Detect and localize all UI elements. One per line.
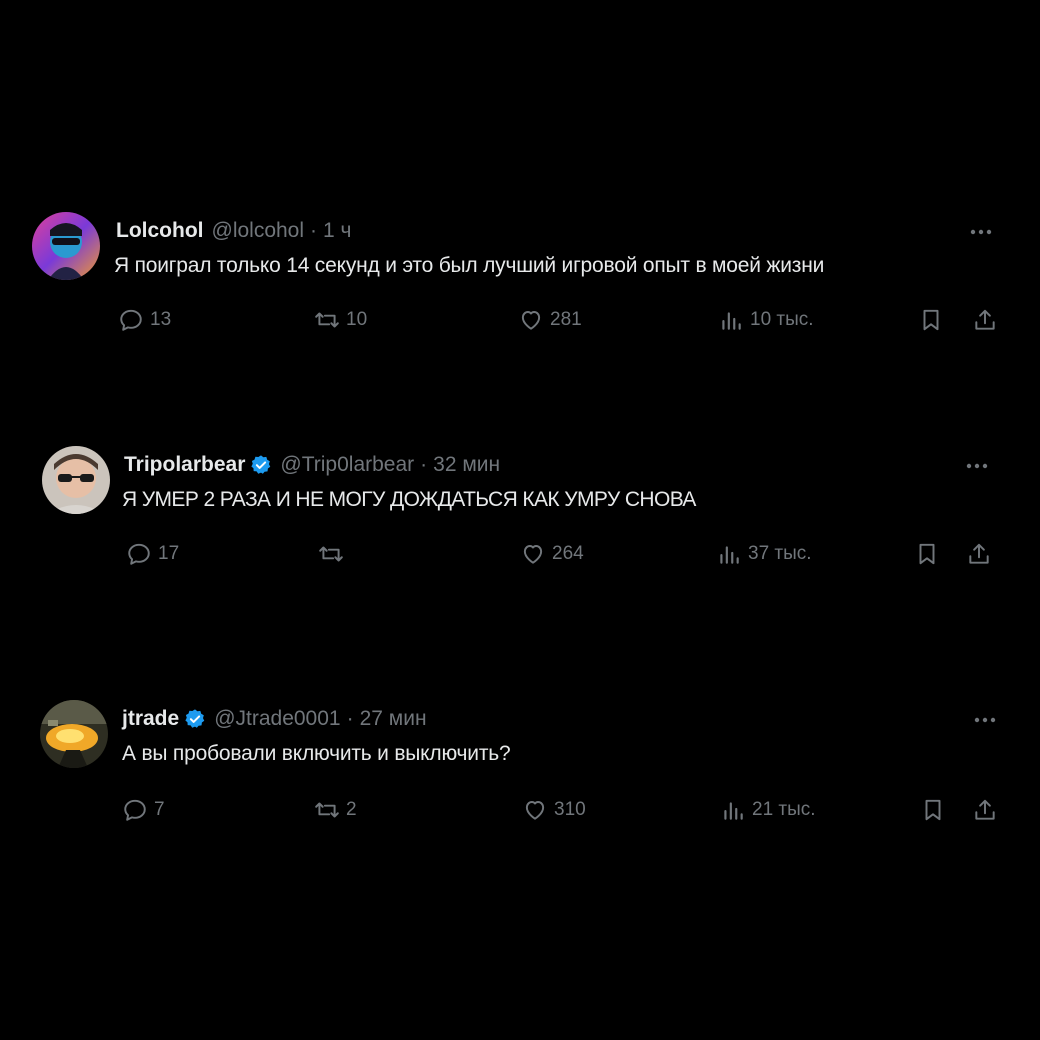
verified-badge-icon <box>184 708 206 730</box>
reply-button[interactable]: 17 <box>126 540 179 568</box>
reply-count: 13 <box>150 309 172 330</box>
timestamp[interactable]: 1 ч <box>323 219 351 243</box>
views-count: 10 тыс. <box>750 309 814 330</box>
reply-icon <box>124 799 146 821</box>
share-icon[interactable] <box>972 797 998 823</box>
reply-count: 17 <box>158 543 180 564</box>
tweet[interactable]: Lolcohol @lolcohol · 1 ч Я поиграл тольк… <box>0 208 1040 338</box>
more-options-icon[interactable] <box>968 220 994 244</box>
heart-icon <box>521 311 541 330</box>
share-icon[interactable] <box>966 541 992 567</box>
like-count: 310 <box>554 799 586 820</box>
reply-icon <box>120 309 142 331</box>
tweet-text: Я поиграл только 14 секунд и это был луч… <box>114 254 825 277</box>
author-name[interactable]: jtrade <box>122 707 179 731</box>
author-handle[interactable]: @Jtrade0001 <box>214 707 340 731</box>
tweet-text: Я УМЕР 2 РАЗА И НЕ МОГУ ДОЖДАТЬСЯ КАК УМ… <box>122 488 696 511</box>
separator-dot: · <box>310 219 318 242</box>
retweet-icon <box>315 312 339 328</box>
retweet-icon <box>319 546 343 562</box>
tweet[interactable]: jtrade @Jtrade0001 · 27 мин А вы пробова… <box>0 696 1040 826</box>
heart-icon <box>523 545 543 564</box>
like-button[interactable]: 310 <box>522 796 586 824</box>
views-button[interactable]: 10 тыс. <box>718 306 814 334</box>
views-count: 21 тыс. <box>752 799 816 820</box>
timestamp[interactable]: 27 мин <box>360 707 427 731</box>
like-button[interactable]: 281 <box>518 306 582 334</box>
author-name[interactable]: Lolcohol <box>116 219 204 243</box>
views-chart-icon <box>722 312 741 330</box>
like-count: 264 <box>552 543 584 564</box>
reply-button[interactable]: 7 <box>122 796 165 824</box>
verified-badge-icon <box>250 454 272 476</box>
views-chart-icon <box>720 546 739 564</box>
separator-dot: · <box>346 707 354 730</box>
more-options-icon[interactable] <box>964 454 990 478</box>
avatar-image <box>40 700 108 768</box>
retweet-count: 10 <box>346 309 368 330</box>
reply-button[interactable]: 13 <box>118 306 171 334</box>
like-button[interactable]: 264 <box>520 540 584 568</box>
avatar[interactable] <box>42 446 110 514</box>
avatar-image <box>32 212 100 280</box>
reply-icon <box>128 543 150 565</box>
retweet-button[interactable]: 10 <box>314 306 367 334</box>
avatar[interactable] <box>40 700 108 768</box>
retweet-button[interactable]: 2 <box>314 796 357 824</box>
retweet-icon <box>315 802 339 818</box>
retweet-button[interactable] <box>318 540 350 568</box>
tweet[interactable]: Tripolarbear @Trip0larbear · 32 мин Я УМ… <box>0 442 1040 572</box>
views-button[interactable]: 37 тыс. <box>716 540 812 568</box>
tweet-text: А вы пробовали включить и выключить? <box>122 742 511 765</box>
heart-icon <box>525 801 545 820</box>
timestamp[interactable]: 32 мин <box>433 453 500 477</box>
views-button[interactable]: 21 тыс. <box>720 796 816 824</box>
author-handle[interactable]: @Trip0larbear <box>280 453 414 477</box>
bookmark-icon[interactable] <box>914 541 940 567</box>
like-count: 281 <box>550 309 582 330</box>
reply-count: 7 <box>154 799 165 820</box>
views-chart-icon <box>724 802 743 820</box>
author-handle[interactable]: @lolcohol <box>212 219 305 243</box>
share-icon[interactable] <box>972 307 998 333</box>
author-name[interactable]: Tripolarbear <box>124 453 245 477</box>
retweet-count: 2 <box>346 799 357 820</box>
views-count: 37 тыс. <box>748 543 812 564</box>
bookmark-icon[interactable] <box>918 307 944 333</box>
more-options-icon[interactable] <box>972 708 998 732</box>
avatar-image <box>42 446 110 514</box>
separator-dot: · <box>420 453 428 476</box>
avatar[interactable] <box>32 212 100 280</box>
bookmark-icon[interactable] <box>920 797 946 823</box>
